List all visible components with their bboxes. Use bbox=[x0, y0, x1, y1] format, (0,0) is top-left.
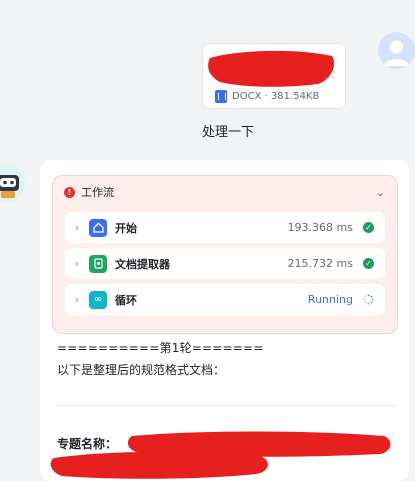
workflow-title: 工作流 bbox=[81, 186, 114, 199]
workflow-header[interactable]: ! 工作流 ⌄ bbox=[64, 184, 385, 200]
workflow-node-document-extractor[interactable]: › 文档提取器 215.732 ms ✓ bbox=[65, 248, 385, 279]
workflow-node-loop[interactable]: › ∞ 循环 Running bbox=[65, 284, 385, 315]
file-type-size: DOCX · 381.54KB bbox=[232, 91, 320, 102]
node-status: Running bbox=[307, 293, 353, 306]
node-label: 文档提取器 bbox=[115, 257, 170, 271]
loading-spinner-icon bbox=[363, 294, 374, 305]
node-label: 循环 bbox=[115, 293, 137, 307]
divider bbox=[57, 405, 395, 406]
chevron-right-icon[interactable]: › bbox=[65, 221, 89, 234]
node-duration: 215.732 ms bbox=[287, 257, 353, 270]
person-icon bbox=[384, 40, 409, 66]
check-circle-icon: ✓ bbox=[363, 258, 374, 269]
chevron-right-icon[interactable]: › bbox=[65, 293, 89, 306]
assistant-avatar bbox=[0, 164, 25, 202]
chevron-right-icon[interactable]: › bbox=[65, 257, 89, 270]
check-circle-icon: ✓ bbox=[363, 222, 374, 233]
node-duration: 193.368 ms bbox=[287, 221, 353, 234]
round-separator: ==========第1轮======= bbox=[57, 341, 264, 355]
loop-icon: ∞ bbox=[89, 290, 107, 309]
user-avatar bbox=[378, 32, 415, 69]
robot-icon bbox=[0, 175, 19, 198]
word-document-icon bbox=[215, 90, 227, 103]
chevron-down-icon[interactable]: ⌄ bbox=[376, 186, 385, 199]
attachment-card[interactable]: ... DOCX · 381.54KB bbox=[202, 43, 346, 109]
home-icon bbox=[89, 218, 107, 237]
file-meta: DOCX · 381.54KB bbox=[215, 90, 319, 103]
workflow-panel: ! 工作流 ⌄ › 开始 193.368 ms ✓ › 文档提取器 215.73… bbox=[52, 175, 398, 334]
user-message-text: 处理一下 bbox=[202, 125, 255, 140]
redacted-content bbox=[50, 431, 391, 479]
node-label: 开始 bbox=[115, 221, 137, 235]
filename-ellipsis: ... bbox=[323, 70, 336, 81]
intro-text: 以下是整理后的规范格式文档： bbox=[57, 363, 226, 377]
error-icon: ! bbox=[64, 186, 75, 198]
redacted-filename bbox=[208, 50, 335, 87]
workflow-node-start[interactable]: › 开始 193.368 ms ✓ bbox=[65, 212, 385, 243]
document-extractor-icon bbox=[89, 254, 107, 273]
